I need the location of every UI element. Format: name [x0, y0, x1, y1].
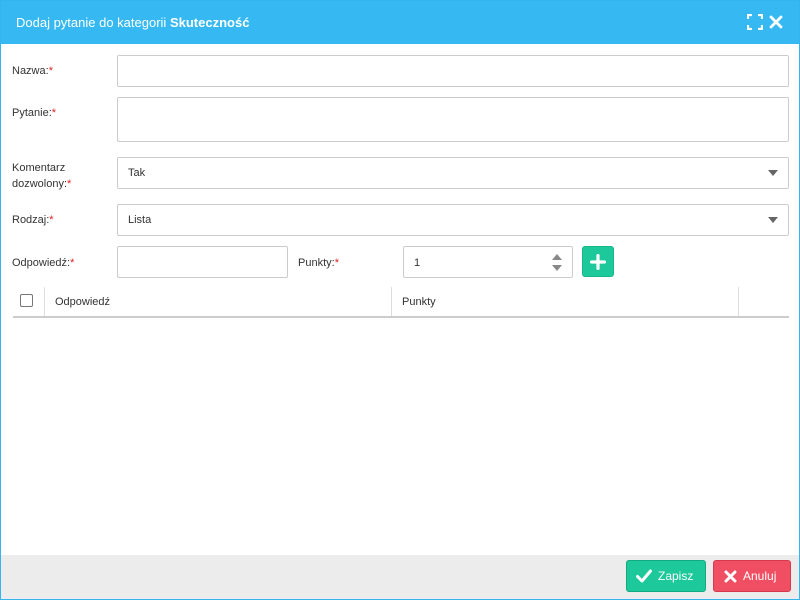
maximize-button[interactable]	[746, 13, 764, 31]
column-header-answer[interactable]: Odpowiedź	[55, 296, 110, 308]
chevron-down-icon	[768, 170, 778, 176]
type-select[interactable]: Lista	[117, 204, 789, 236]
stepper-down-icon[interactable]	[552, 265, 562, 271]
dialog-footer: Zapisz Anuluj	[1, 555, 799, 599]
close-button[interactable]	[767, 13, 785, 31]
cancel-button[interactable]: Anuluj	[713, 560, 791, 592]
add-answer-button[interactable]	[582, 246, 614, 277]
column-divider	[738, 287, 739, 316]
comment-allowed-label: Komentarz dozwolony:*	[12, 162, 72, 190]
close-icon	[769, 15, 783, 29]
comment-allowed-select[interactable]: Tak	[117, 157, 789, 189]
dialog-header: Dodaj pytanie do kategorii Skuteczność	[1, 1, 799, 44]
answer-input[interactable]	[117, 246, 288, 278]
answers-table-header: Odpowiedź Punkty	[13, 287, 789, 318]
column-divider	[44, 287, 45, 316]
maximize-icon	[747, 14, 763, 30]
question-label: Pytanie:*	[12, 107, 57, 119]
type-label: Rodzaj:*	[12, 214, 54, 226]
save-button[interactable]: Zapisz	[626, 560, 706, 592]
points-label: Punkty:*	[298, 257, 339, 269]
question-textarea[interactable]	[117, 97, 789, 142]
column-header-points[interactable]: Punkty	[402, 296, 436, 308]
column-divider	[391, 287, 392, 316]
plus-icon	[590, 253, 606, 270]
add-question-dialog: Dodaj pytanie do kategorii Skuteczność N…	[0, 0, 800, 600]
stepper-up-icon[interactable]	[552, 254, 562, 260]
comment-allowed-value: Tak	[128, 167, 146, 179]
save-button-label: Zapisz	[658, 569, 694, 583]
check-icon	[636, 569, 652, 583]
dialog-title-prefix: Dodaj pytanie do kategorii	[16, 15, 167, 30]
type-value: Lista	[128, 214, 152, 226]
cancel-button-label: Anuluj	[743, 569, 777, 583]
dialog-title: Dodaj pytanie do kategorii Skuteczność	[16, 15, 249, 30]
answer-label: Odpowiedź:*	[12, 257, 75, 269]
name-label: Nazwa:*	[12, 65, 53, 77]
points-stepper[interactable]: 1	[403, 246, 573, 278]
name-input[interactable]	[117, 55, 789, 87]
chevron-down-icon	[768, 217, 778, 223]
points-value: 1	[414, 257, 421, 269]
dialog-title-category: Skuteczność	[169, 15, 250, 30]
x-icon	[724, 570, 737, 582]
select-all-checkbox[interactable]	[20, 294, 33, 307]
